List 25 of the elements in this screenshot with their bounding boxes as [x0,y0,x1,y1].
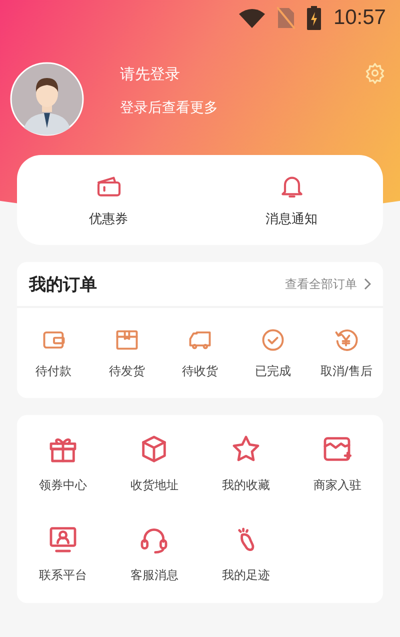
login-subtitle: 登录后查看更多 [120,99,219,117]
service-item[interactable]: 我的足迹 [200,517,292,589]
order-status-item[interactable]: 已完成 [236,326,310,380]
view-all-orders-link[interactable]: 查看全部订单 [285,276,371,292]
service-item[interactable]: 客服消息 [108,517,200,589]
service-item[interactable]: 联系平台 [17,517,108,589]
order-status-item[interactable]: 待发货 [90,326,164,380]
orders-title: 我的订单 [29,274,97,296]
battery-charging-icon [307,6,322,30]
refund-icon [333,326,360,352]
order-status-item[interactable]: 待付款 [17,326,90,380]
wifi-icon [239,8,266,28]
status-time: 10:57 [333,6,386,30]
order-status-item[interactable]: 取消/售后 [310,326,384,380]
service-item[interactable]: 商家入驻 [292,427,383,499]
order-status-item[interactable]: 待收货 [163,326,237,380]
quick-link[interactable]: 消息通知 [200,155,383,245]
avatar[interactable] [10,62,84,136]
chevron-right-icon [363,278,371,290]
no-sim-icon [277,7,296,29]
quick-link[interactable]: 优惠券 [17,155,200,245]
service-item[interactable]: 收货地址 [108,427,200,499]
service-item[interactable]: 我的收藏 [200,427,292,499]
check-circle-icon [260,326,286,352]
service-item[interactable]: 领券中心 [17,427,108,499]
